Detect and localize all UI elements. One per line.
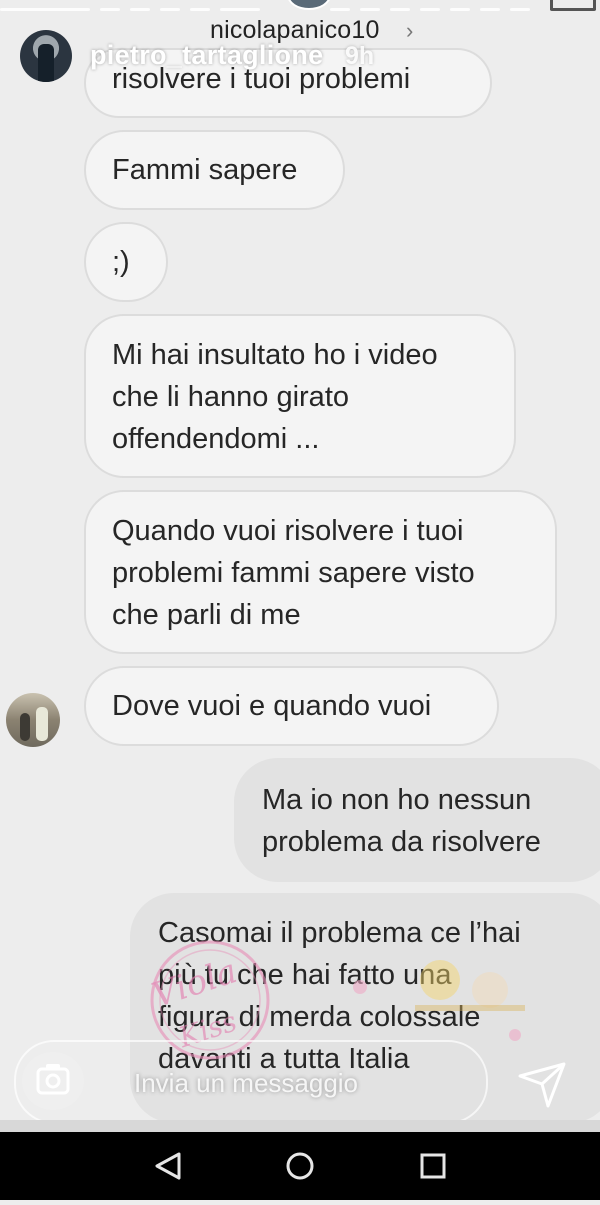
- message-text: Fammi sapere: [112, 154, 298, 186]
- progress-segment: [130, 8, 150, 11]
- send-icon[interactable]: [514, 1056, 570, 1112]
- progress-segment: [450, 8, 470, 11]
- message-text: che parli di me: [112, 599, 301, 631]
- camera-icon: [36, 1064, 70, 1095]
- progress-segment: [480, 8, 500, 11]
- message-text: problemi fammi sapere visto: [112, 557, 475, 589]
- progress-segment: [330, 8, 350, 11]
- message-text: che li hanno girato: [112, 381, 349, 413]
- story-user-avatar[interactable]: [20, 30, 72, 82]
- progress-segment: [160, 8, 180, 11]
- message-text: problema da risolvere: [262, 826, 541, 858]
- message-bubble-incoming: Quando vuoi risolvere i tuoi problemi fa…: [84, 490, 557, 654]
- inbox-icon[interactable]: [550, 0, 596, 11]
- recents-square-icon: [420, 1153, 446, 1179]
- camera-button[interactable]: [22, 1052, 84, 1110]
- recents-button[interactable]: [393, 1132, 473, 1200]
- progress-segment: [100, 8, 120, 11]
- message-bubble-incoming: ;): [84, 222, 168, 302]
- back-triangle-icon: [155, 1152, 181, 1180]
- avatar-figure: [36, 707, 48, 741]
- message-text: Dove vuoi e quando vuoi: [112, 690, 432, 722]
- chevron-right-icon[interactable]: ›: [406, 18, 413, 44]
- avatar-figure: [20, 713, 30, 741]
- home-button[interactable]: [260, 1132, 340, 1200]
- progress-segment: [220, 8, 260, 11]
- message-text: Quando vuoi risolvere i tuoi: [112, 515, 464, 547]
- progress-segment: [510, 8, 530, 11]
- home-circle-icon: [286, 1152, 314, 1180]
- message-text: offendendomi ...: [112, 423, 320, 455]
- progress-segment: [360, 8, 380, 11]
- message-text: Mi hai insultato ho i video: [112, 339, 438, 371]
- sender-avatar[interactable]: [6, 693, 60, 747]
- message-bubble-incoming: Dove vuoi e quando vuoi: [84, 666, 499, 746]
- progress-segment: [390, 8, 410, 11]
- progress-segment: [190, 8, 210, 11]
- avatar-figure: [38, 44, 54, 82]
- message-text: Ma io non ho nessun: [262, 784, 532, 816]
- message-text: ;): [112, 246, 130, 278]
- back-button[interactable]: [128, 1132, 208, 1200]
- story-progress-bar: [0, 8, 560, 12]
- progress-segment: [420, 8, 440, 11]
- message-bubble-incoming: Fammi sapere: [84, 130, 345, 210]
- keyboard-edge: [0, 1120, 600, 1132]
- message-bubble-outgoing: Ma io non ho nessun problema da risolver…: [234, 758, 600, 882]
- story-timestamp: 9h: [345, 42, 375, 70]
- progress-segment: [0, 8, 90, 11]
- message-bubble-incoming: Mi hai insultato ho i video che li hanno…: [84, 314, 516, 478]
- story-username[interactable]: pietro_tartaglione: [90, 40, 323, 71]
- message-input-placeholder[interactable]: Invia un messaggio: [134, 1068, 358, 1099]
- system-navigation-bar: [0, 1132, 600, 1200]
